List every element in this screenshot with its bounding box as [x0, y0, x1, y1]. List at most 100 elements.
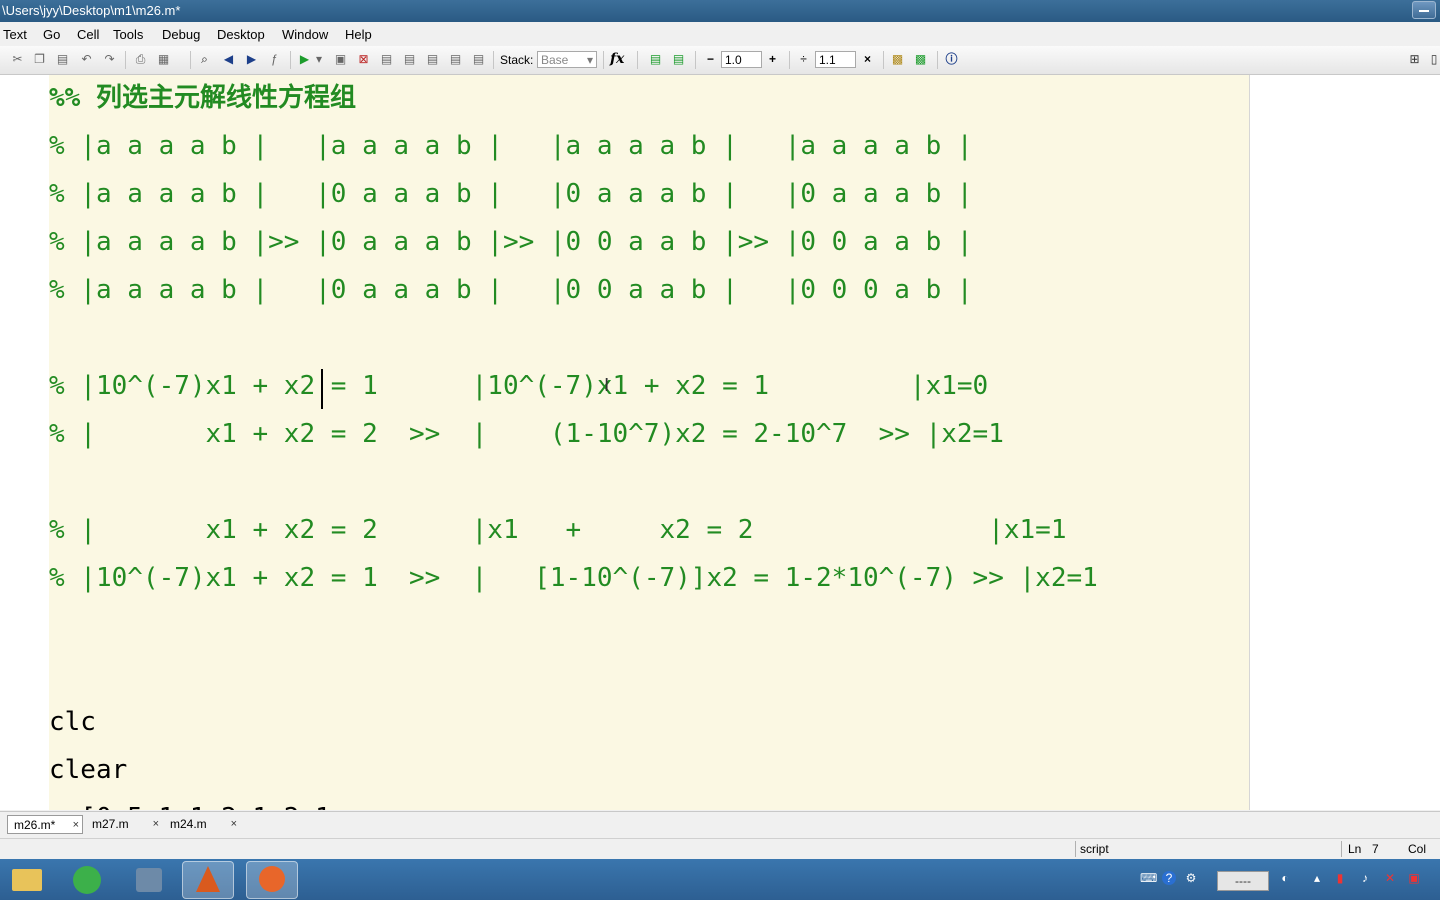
menu-tools[interactable]: Tools: [113, 27, 143, 42]
ibeam-cursor-icon: I: [604, 375, 610, 396]
find-icon[interactable]: ⌕: [197, 52, 212, 67]
taskbar-matlab[interactable]: [182, 861, 234, 899]
print-icon[interactable]: ⎙: [133, 52, 148, 67]
info-icon[interactable]: ⓘ: [944, 52, 959, 67]
window-title: \Users\jyy\Desktop\m1\m26.m*: [2, 3, 181, 18]
cell-options-icon[interactable]: ▤: [671, 52, 686, 67]
browser-icon: [73, 866, 101, 894]
stack-select[interactable]: Base ▾: [537, 51, 597, 68]
split-layout-icon[interactable]: ▯: [1428, 52, 1440, 67]
back-icon[interactable]: ◀: [221, 52, 236, 67]
tab-m27[interactable]: m27.m ×: [86, 815, 162, 834]
menu-debug[interactable]: Debug: [162, 27, 200, 42]
chevron-down-icon: ▾: [586, 53, 593, 67]
code-line-11: % |10^(-7)x1 + x2 = 1 >> | [1-10^(-7)]x2…: [49, 563, 1098, 593]
minimize-button[interactable]: [1412, 1, 1436, 19]
print-options-icon[interactable]: ▦: [156, 52, 171, 67]
tab-label: m27.m: [92, 817, 129, 831]
redo-icon[interactable]: ↷: [102, 52, 117, 67]
multiply-button[interactable]: ×: [860, 52, 875, 67]
menu-text[interactable]: Text: [3, 27, 27, 42]
tab-label: m26.m*: [14, 818, 56, 832]
menu-desktop[interactable]: Desktop: [217, 27, 265, 42]
taskbar-explorer[interactable]: [2, 861, 52, 897]
insert-cell-icon[interactable]: ▤: [648, 52, 663, 67]
code-editor[interactable]: %% 列选主元解线性方程组 % |a a a a b | |a a a a b …: [0, 75, 1440, 810]
matlab-icon: [196, 866, 220, 892]
fx-icon[interactable]: fx: [610, 51, 624, 67]
clear-breakpoints-icon[interactable]: ⊠: [356, 52, 371, 67]
copy-icon[interactable]: ❐: [32, 52, 47, 67]
close-icon[interactable]: ×: [231, 815, 237, 834]
volume-icon[interactable]: ♪: [1358, 871, 1372, 885]
settings-icon[interactable]: ⚙: [1184, 871, 1198, 885]
code-line-3: % |a a a a b | |0 a a a b | |0 a a a b |…: [49, 179, 973, 209]
code-line-1: %% 列选主元解线性方程组: [49, 83, 356, 113]
step-in-icon[interactable]: ▤: [402, 52, 417, 67]
menu-bar: Text Go Cell Tools Debug Desktop Window …: [0, 23, 1440, 45]
status-ln-value: 7: [1372, 842, 1379, 856]
security-icon[interactable]: ▮: [1333, 871, 1347, 885]
code-line-14: clc: [49, 707, 96, 737]
tab-m24[interactable]: m24.m ×: [164, 815, 240, 834]
code-line-10: % | x1 + x2 = 2 |x1 + x2 = 2 |x1=1: [49, 515, 1067, 545]
taskbar-browser[interactable]: [62, 861, 112, 897]
set-breakpoint-icon[interactable]: ▣: [333, 52, 348, 67]
status-mode: script: [1080, 842, 1109, 856]
tile-layout-icon[interactable]: ⊞: [1407, 52, 1422, 67]
show-hidden-icons[interactable]: ▴: [1310, 871, 1324, 885]
step-icon[interactable]: ▤: [379, 52, 394, 67]
os-taskbar: ⌨ ? ⚙ ---- ◐ ▴ ▮ ♪ ✕ ▣: [0, 859, 1440, 900]
divide-button[interactable]: ÷: [796, 52, 811, 67]
network-icon[interactable]: ✕: [1383, 871, 1397, 885]
code-line-5: % |a a a a b | |0 a a a b | |0 0 a a b |…: [49, 275, 973, 305]
code-line-2: % |a a a a b | |a a a a b | |a a a a b |…: [49, 131, 973, 161]
network-app-icon[interactable]: ◐: [1278, 871, 1292, 885]
help-icon[interactable]: ?: [1162, 871, 1176, 885]
undo-icon[interactable]: ↶: [79, 52, 94, 67]
menu-help[interactable]: Help: [345, 27, 372, 42]
stack-label: Stack:: [500, 53, 534, 67]
stack-value: Base: [541, 53, 569, 67]
run-dropdown-icon[interactable]: ▾: [315, 52, 323, 67]
increment-button[interactable]: +: [765, 52, 780, 67]
step-out-icon[interactable]: ▤: [425, 52, 440, 67]
right-text-limit-line: [1249, 75, 1250, 810]
document-tabs: m26.m* × m27.m × m24.m ×: [0, 811, 1440, 836]
code-line-4: % |a a a a b |>> |0 a a a b |>> |0 0 a a…: [49, 227, 973, 257]
taskbar-media[interactable]: [124, 861, 174, 897]
menu-cell[interactable]: Cell: [77, 27, 99, 42]
show-cell-titles-icon[interactable]: ▩: [913, 52, 928, 67]
status-col-label: Col: [1408, 842, 1427, 856]
exit-debug-icon[interactable]: ▤: [471, 52, 486, 67]
tab-m26[interactable]: m26.m* ×: [7, 815, 83, 834]
menu-go[interactable]: Go: [43, 27, 60, 42]
media-player-icon: [136, 868, 162, 892]
code-line-7: % |10^(-7)x1 + x2 = 1 |10^(-7)x1 + x2 = …: [49, 371, 989, 401]
close-icon[interactable]: ×: [73, 816, 79, 835]
code-line-16: a=[0.5 1 1 2 1 2 1: [49, 802, 331, 810]
menu-window[interactable]: Window: [282, 27, 328, 42]
code-line-15: clear: [49, 755, 128, 785]
cut-icon[interactable]: ✂: [10, 52, 25, 67]
publish-icon[interactable]: ▩: [890, 52, 905, 67]
clock-widget[interactable]: ----: [1217, 871, 1269, 891]
forward-icon[interactable]: ▶: [244, 52, 259, 67]
editor-toolbar: ✂ ❐ ▤ ↶ ↷ ⎙ ▦ ⌕ ◀ ▶ ƒ ▶ ▾ ▣ ⊠ ▤ ▤ ▤ ▤ ▤ …: [0, 46, 1440, 75]
tab-label: m24.m: [170, 817, 207, 831]
status-ln-label: Ln: [1348, 842, 1362, 856]
continue-icon[interactable]: ▤: [448, 52, 463, 67]
run-icon[interactable]: ▶: [297, 52, 312, 67]
action-center-icon[interactable]: ▣: [1407, 871, 1421, 885]
keyboard-icon[interactable]: ⌨: [1140, 871, 1157, 885]
status-bar: script Ln 7 Col: [0, 838, 1440, 859]
text-caret: [321, 369, 323, 409]
decrement-button[interactable]: −: [703, 52, 718, 67]
function-browser-icon[interactable]: ƒ: [267, 52, 282, 67]
folder-icon: [12, 869, 42, 891]
divide-value-input[interactable]: 1.1: [815, 51, 856, 68]
increment-value-input[interactable]: 1.0: [721, 51, 762, 68]
paste-icon[interactable]: ▤: [55, 52, 70, 67]
taskbar-app[interactable]: [246, 861, 298, 899]
close-icon[interactable]: ×: [153, 815, 159, 834]
